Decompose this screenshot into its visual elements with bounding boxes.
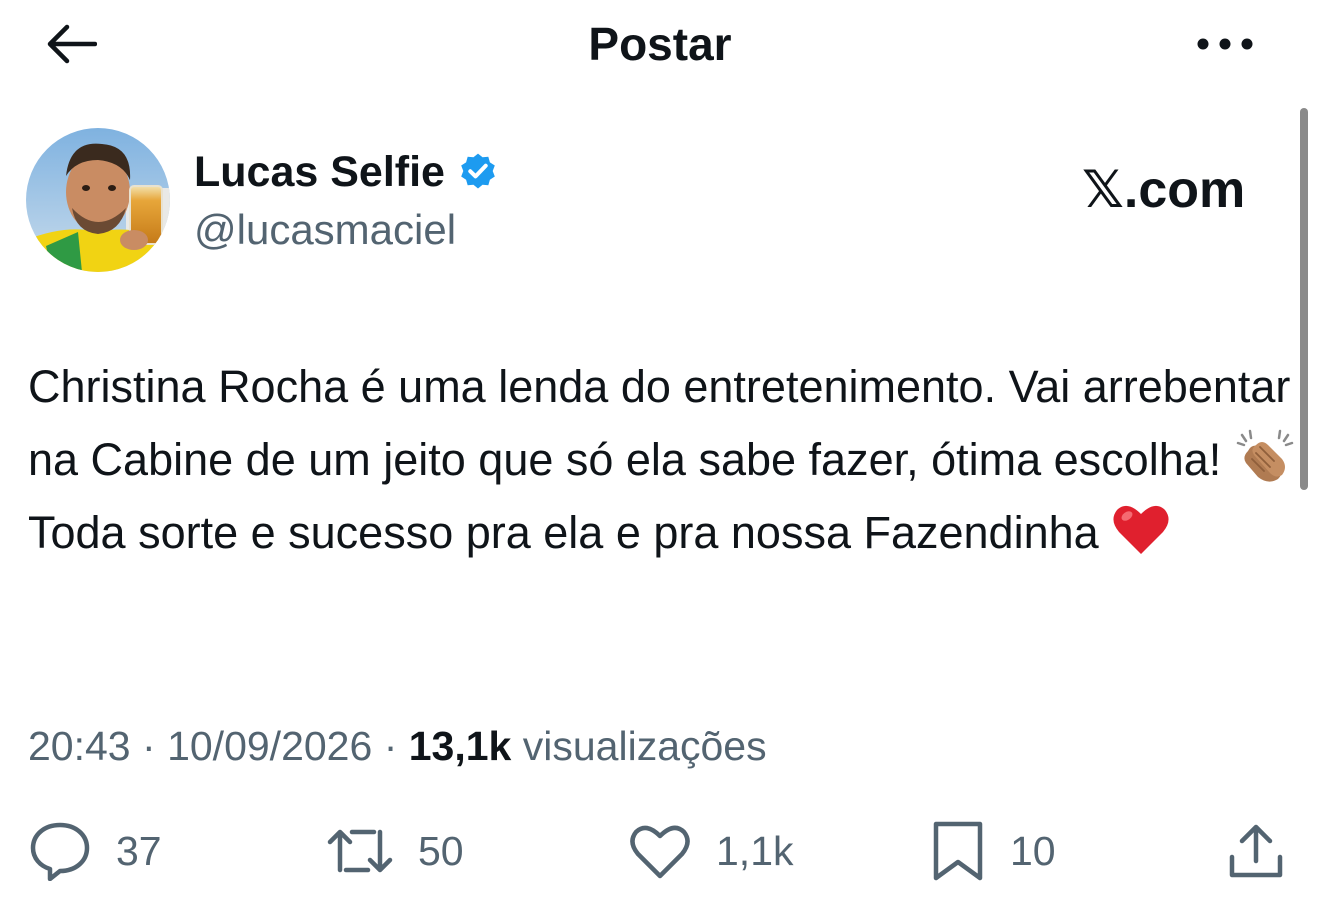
back-button[interactable] xyxy=(36,16,106,72)
repost-icon xyxy=(327,829,393,873)
author-handle[interactable]: @lucasmaciel xyxy=(194,204,456,256)
verified-badge-icon xyxy=(461,153,495,189)
more-horizontal-icon xyxy=(1197,38,1253,50)
heart-icon xyxy=(630,825,690,879)
meta-separator: · xyxy=(142,723,156,769)
views-label[interactable]: visualizações xyxy=(523,723,767,769)
red-heart-emoji-icon xyxy=(1113,505,1169,554)
author-name-row[interactable]: Lucas Selfie xyxy=(194,146,499,198)
like-count: 1,1k xyxy=(716,828,794,874)
arrow-left-icon xyxy=(47,24,97,64)
reply-count: 37 xyxy=(116,828,162,874)
views-count[interactable]: 13,1k xyxy=(409,723,512,769)
more-options-button[interactable] xyxy=(1186,16,1264,72)
reply-icon xyxy=(30,822,90,881)
reply-button[interactable]: 37 xyxy=(28,816,162,886)
tweet-date[interactable]: 10/09/2026 xyxy=(167,723,372,769)
share-icon xyxy=(1229,824,1283,878)
top-bar: Postar xyxy=(0,0,1320,90)
tweet-time[interactable]: 20:43 xyxy=(28,723,131,769)
bookmark-icon xyxy=(933,821,983,881)
like-button[interactable]: 1,1k xyxy=(628,816,794,886)
x-com-logo: 𝕏.com xyxy=(1082,161,1246,219)
tweet-text-part-2: Toda sorte e sucesso pra ela e pra nossa… xyxy=(28,507,1112,558)
avatar[interactable] xyxy=(26,128,170,272)
tweet-text-part-1: Christina Rocha é uma lenda do entreteni… xyxy=(28,361,1291,485)
bookmark-button[interactable]: 10 xyxy=(930,816,1056,886)
meta-separator: · xyxy=(383,723,398,769)
bookmark-count: 10 xyxy=(1010,828,1056,874)
repost-count: 50 xyxy=(418,828,464,874)
action-bar: 37 50 1,1k 10 xyxy=(0,816,1320,886)
tweet-text: Christina Rocha é uma lenda do entreteni… xyxy=(28,350,1298,569)
repost-button[interactable]: 50 xyxy=(326,816,464,886)
clapping-hands-emoji-icon xyxy=(1236,429,1293,482)
page-title: Postar xyxy=(588,18,732,70)
author-display-name[interactable]: Lucas Selfie xyxy=(194,146,445,198)
share-button[interactable] xyxy=(1226,816,1286,886)
scrollbar[interactable] xyxy=(1300,108,1308,490)
tweet-meta: 20:43 · 10/09/2026 · 13,1k visualizações xyxy=(28,718,767,774)
avatar-photo xyxy=(26,128,170,272)
